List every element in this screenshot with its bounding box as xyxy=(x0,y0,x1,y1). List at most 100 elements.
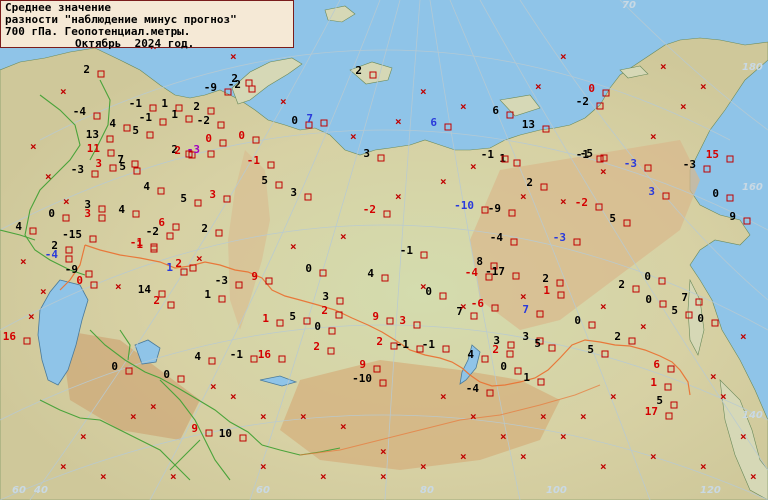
missing-station-icon: × xyxy=(750,470,757,483)
missing-station-icon: × xyxy=(520,450,527,463)
station-value: -3 xyxy=(215,274,228,287)
graticule-label: 160 xyxy=(742,182,763,193)
station-value: -10 xyxy=(352,372,372,385)
station-value: 0 xyxy=(163,368,170,381)
graticule-label: 120 xyxy=(700,485,721,496)
station-value: -3 xyxy=(71,163,84,176)
station-value: 2 xyxy=(614,330,621,343)
station-value: 0 xyxy=(238,129,245,142)
missing-station-icon: × xyxy=(20,255,27,268)
station-value: 0 xyxy=(305,262,312,275)
station-value: 2 xyxy=(618,278,625,291)
missing-station-icon: × xyxy=(680,100,687,113)
station-value: -3 xyxy=(683,158,696,171)
missing-station-icon: × xyxy=(280,95,287,108)
missing-station-icon: × xyxy=(45,170,52,183)
station-value: 4 xyxy=(109,117,116,130)
station-value: 3 xyxy=(522,330,529,343)
station-value: -1 xyxy=(247,154,261,167)
station-value: -1 xyxy=(139,111,153,124)
station-value: 0 xyxy=(500,360,507,373)
legend-line-4: Октябрь 2024 год. xyxy=(75,37,195,50)
station-value: 1 xyxy=(650,376,657,389)
station-value: 17 xyxy=(645,405,658,418)
station-value: -9 xyxy=(488,202,501,215)
missing-station-icon: × xyxy=(470,410,477,423)
station-value: 14 xyxy=(138,283,152,296)
missing-station-icon: × xyxy=(500,430,507,443)
station-value: 0 xyxy=(712,187,719,200)
station-value: 0 xyxy=(574,314,581,327)
station-value: 15 xyxy=(706,148,719,161)
station-value: -1 xyxy=(481,148,495,161)
station-value: 2 xyxy=(376,335,383,348)
station-value: -1 xyxy=(230,348,244,361)
station-value: 4 xyxy=(367,267,374,280)
station-value: 1 xyxy=(161,97,168,110)
missing-station-icon: × xyxy=(640,320,647,333)
station-value: 0 xyxy=(76,274,83,287)
station-value: -3 xyxy=(187,143,200,156)
missing-station-icon: × xyxy=(740,430,747,443)
station-value: -4 xyxy=(465,266,479,279)
station-value: 2 xyxy=(153,294,160,307)
missing-station-icon: × xyxy=(100,470,107,483)
station-value: 0 xyxy=(111,360,118,373)
station-value: 3 xyxy=(209,188,216,201)
missing-station-icon: × xyxy=(115,280,122,293)
missing-station-icon: × xyxy=(395,190,402,203)
missing-station-icon: × xyxy=(610,390,617,403)
missing-station-icon: × xyxy=(63,195,70,208)
station-value: 7 xyxy=(306,112,313,125)
missing-station-icon: × xyxy=(420,460,427,473)
missing-station-icon: × xyxy=(230,390,237,403)
graticule-label: 80 xyxy=(420,485,434,496)
graticule-label: 140 xyxy=(742,410,763,421)
station-value: 2 xyxy=(526,176,533,189)
map-legend: Среднее значение разности "наблюдение ми… xyxy=(0,0,294,50)
station-value: 5 xyxy=(671,304,678,317)
missing-station-icon: × xyxy=(700,80,707,93)
station-value: 5 xyxy=(289,310,296,323)
missing-station-icon: × xyxy=(196,252,203,265)
missing-station-icon: × xyxy=(380,470,387,483)
station-value: 16 xyxy=(3,330,17,343)
missing-station-icon: × xyxy=(130,410,137,423)
station-value: -3 xyxy=(624,157,637,170)
station-value: 1 xyxy=(543,284,550,297)
missing-station-icon: × xyxy=(380,445,387,458)
station-value: 11 xyxy=(87,142,101,155)
missing-station-icon: × xyxy=(420,280,427,293)
graticule-label: 180 xyxy=(742,62,763,73)
missing-station-icon: × xyxy=(740,330,747,343)
graticule-label: 60 xyxy=(12,485,26,496)
missing-station-icon: × xyxy=(535,80,542,93)
missing-station-icon: × xyxy=(720,390,727,403)
missing-station-icon: × xyxy=(580,410,587,423)
graticule-label: 70 xyxy=(622,0,636,11)
station-value: 10 xyxy=(219,427,232,440)
station-value: 3 xyxy=(84,207,91,220)
station-value: 3 xyxy=(399,314,406,327)
station-value: -10 xyxy=(454,199,474,212)
station-value: 4 xyxy=(143,180,150,193)
station-value: 13 xyxy=(86,128,99,141)
station-value: 3 xyxy=(648,185,655,198)
missing-station-icon: × xyxy=(710,370,717,383)
station-value: -4 xyxy=(73,105,87,118)
missing-station-icon: × xyxy=(650,450,657,463)
station-value: 5 xyxy=(180,192,187,205)
station-value: 5 xyxy=(261,174,268,187)
station-value: 1 xyxy=(499,152,506,165)
station-value: 13 xyxy=(522,118,535,131)
station-value: 2 xyxy=(193,100,200,113)
missing-station-icon: × xyxy=(260,410,267,423)
station-value: -4 xyxy=(45,248,59,261)
station-value: -1 xyxy=(129,97,143,110)
station-value: 2 xyxy=(492,343,499,356)
station-value: -3 xyxy=(553,231,566,244)
missing-station-icon: × xyxy=(170,470,177,483)
missing-station-icon: × xyxy=(470,160,477,173)
missing-station-icon: × xyxy=(40,285,47,298)
missing-station-icon: × xyxy=(290,240,297,253)
